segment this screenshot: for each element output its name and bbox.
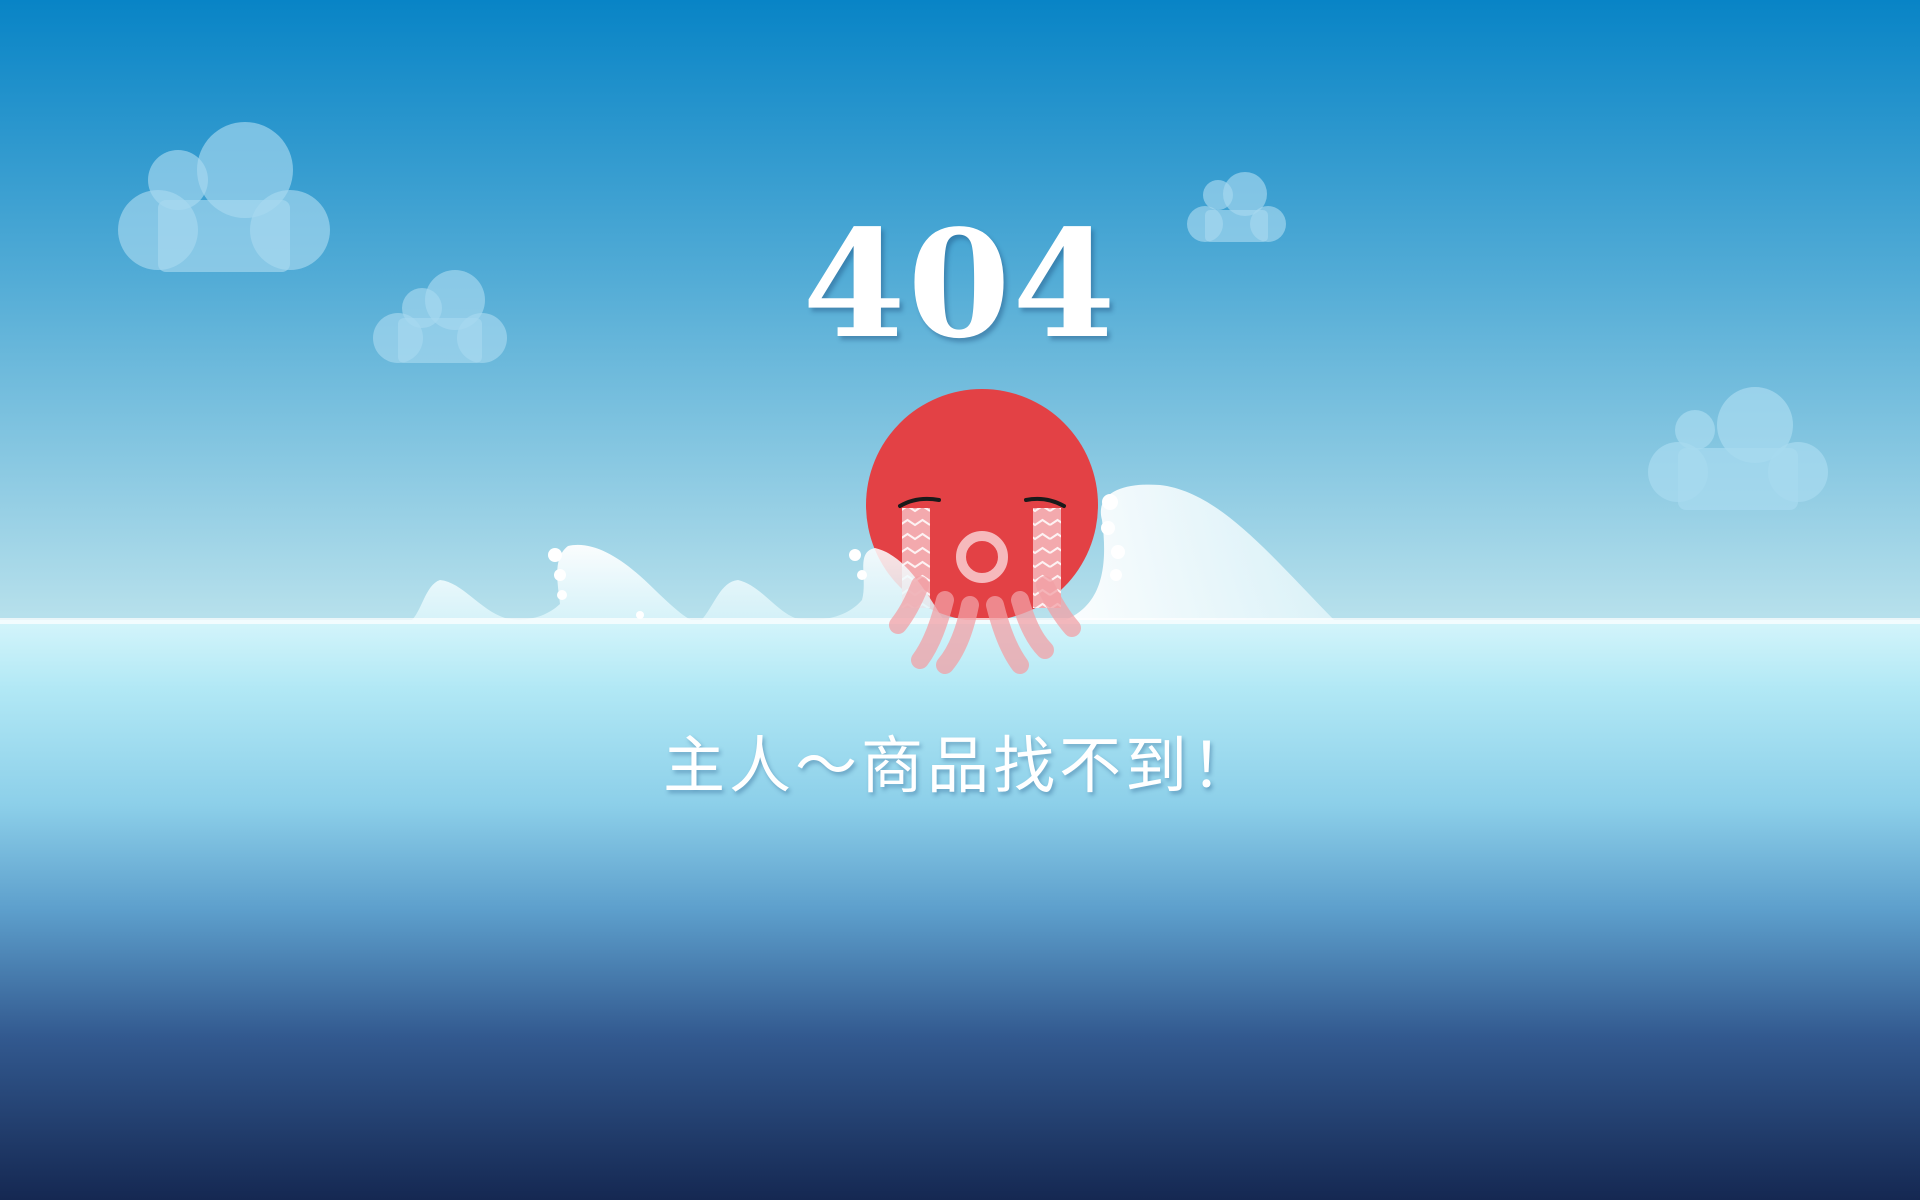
ocean-scene [0,0,1920,1200]
error-message: 主人～商品找不到！ [662,729,1257,802]
error-code: 404 [802,197,1118,371]
sea [0,620,1920,1200]
